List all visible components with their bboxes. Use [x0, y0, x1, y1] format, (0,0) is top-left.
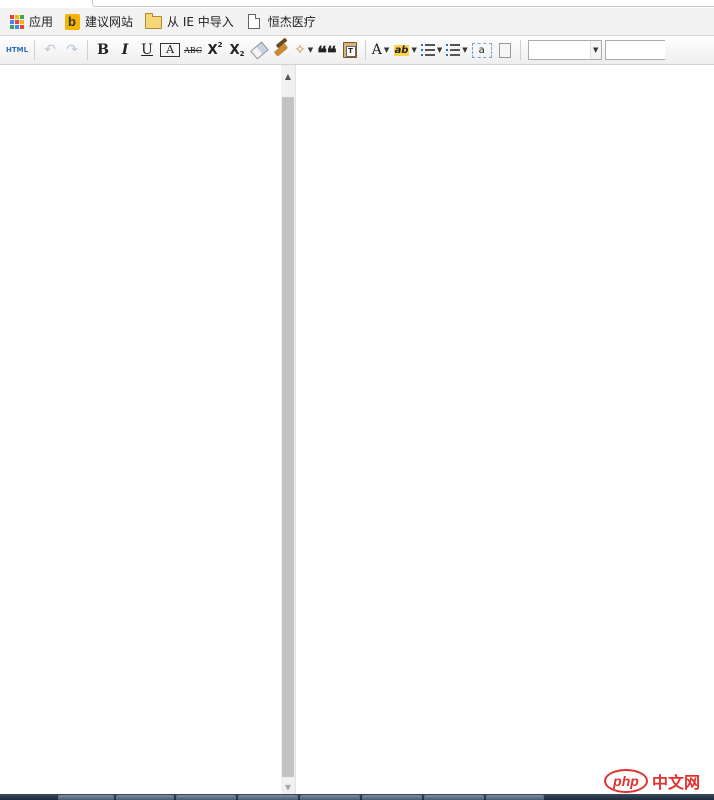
source-scrollbar[interactable]: ▲ ▼ [281, 65, 295, 796]
apps-grid-icon [10, 14, 24, 29]
redo-icon[interactable]: ↷ [63, 40, 81, 60]
scroll-thumb[interactable] [282, 97, 294, 777]
font-color-label: A [371, 42, 382, 58]
bookmark-suggested-sites[interactable]: b 建议网站 [65, 11, 133, 33]
toolbar-separator [519, 40, 521, 60]
eraser-icon [249, 40, 269, 60]
auto-typeset-button[interactable]: ✧ ▼ [294, 40, 313, 60]
undo-icon[interactable]: ↶ [41, 40, 59, 60]
brush-icon [273, 43, 289, 57]
editor-content-area[interactable] [296, 65, 714, 796]
unordered-list-button[interactable]: ▼ [446, 40, 468, 60]
bookmark-label: 建议网站 [85, 15, 134, 29]
taskbar-button[interactable] [238, 795, 298, 800]
taskbar-button[interactable] [116, 795, 174, 800]
format-painter-button[interactable] [272, 40, 290, 60]
taskbar-button[interactable] [486, 795, 544, 800]
chevron-down-icon: ▼ [462, 46, 468, 54]
subscript-label: X [229, 42, 240, 58]
taskbar-button[interactable] [176, 795, 236, 800]
background-color-button[interactable]: ab ▼ [393, 40, 417, 60]
bookmark-label: 应用 [29, 15, 54, 29]
address-bar[interactable] [92, 0, 714, 7]
chevron-down-icon: ▼ [411, 46, 417, 54]
page-icon [247, 14, 260, 29]
toolbar-separator [364, 40, 366, 60]
bookmark-apps[interactable]: 应用 [10, 11, 53, 33]
font-size-select[interactable] [604, 40, 665, 60]
watermark-text: 中文网 [652, 773, 701, 792]
folder-icon [145, 13, 163, 29]
bold-button[interactable]: B [94, 40, 112, 60]
font-border-button[interactable]: A [160, 43, 181, 57]
paste-icon: T [342, 42, 357, 58]
taskbar-button[interactable] [58, 795, 114, 800]
toolbar-separator [87, 40, 89, 60]
bookmark-hengjie-medical[interactable]: 恒杰医疗 [247, 11, 316, 33]
paste-label: T [345, 46, 356, 57]
superscript-button[interactable]: X2 [206, 40, 224, 60]
ordered-list-icon [420, 44, 435, 56]
toolbar-separator [34, 40, 36, 60]
chevron-down-icon: ▼ [436, 46, 443, 54]
bookmark-label: 从 IE 中导入 [167, 15, 234, 29]
bookmark-label: 恒杰医疗 [267, 15, 316, 29]
remove-format-button[interactable] [249, 40, 269, 60]
source-editor-pane[interactable] [0, 65, 281, 796]
highlight-label: ab [393, 44, 410, 56]
page-icon [498, 42, 511, 58]
taskbar-button[interactable] [424, 795, 484, 800]
html-source-button[interactable]: HTML [6, 40, 28, 60]
font-family-select[interactable]: ▼ [527, 40, 602, 60]
superscript-label: X [207, 42, 218, 58]
os-taskbar [0, 794, 714, 800]
scroll-up-arrow-icon[interactable]: ▲ [281, 69, 295, 83]
strikethrough-button[interactable]: ABC [184, 40, 202, 60]
scroll-down-arrow-icon[interactable]: ▼ [281, 780, 295, 794]
blockquote-button[interactable]: ❝❝ [317, 36, 336, 64]
italic-button[interactable]: I [116, 40, 134, 60]
underline-button[interactable]: U [138, 40, 156, 60]
subscript-button[interactable]: X2 [228, 40, 246, 60]
page-break-button[interactable] [496, 40, 514, 60]
editor-toolbar: HTML ↶ ↷ B I U A ABC X2 X2 ✧ ▼ ❝❝ T A ▼ ab… [0, 36, 714, 65]
taskbar-button[interactable] [300, 795, 360, 800]
chevron-down-icon: ▼ [307, 46, 314, 54]
font-color-button[interactable]: A ▼ [372, 40, 390, 60]
paste-plain-button[interactable]: T [341, 40, 359, 60]
bookmark-import-from-ie[interactable]: 从 IE 中导入 [145, 11, 234, 33]
chevron-down-icon: ▼ [383, 46, 390, 54]
unordered-list-icon [446, 44, 461, 56]
bing-icon: b [65, 13, 81, 30]
bookmarks-bar: 应用 b 建议网站 从 IE 中导入 恒杰医疗 [0, 8, 714, 36]
chevron-down-icon: ▼ [589, 41, 601, 59]
taskbar-button[interactable] [362, 795, 422, 800]
ordered-list-button[interactable]: ▼ [420, 40, 443, 60]
magic-wand-icon: ✧ [294, 42, 306, 58]
php-cn-watermark: php 中文网 [604, 768, 700, 794]
watermark-logo: php [604, 769, 648, 793]
anchor-button[interactable]: a [471, 42, 492, 58]
